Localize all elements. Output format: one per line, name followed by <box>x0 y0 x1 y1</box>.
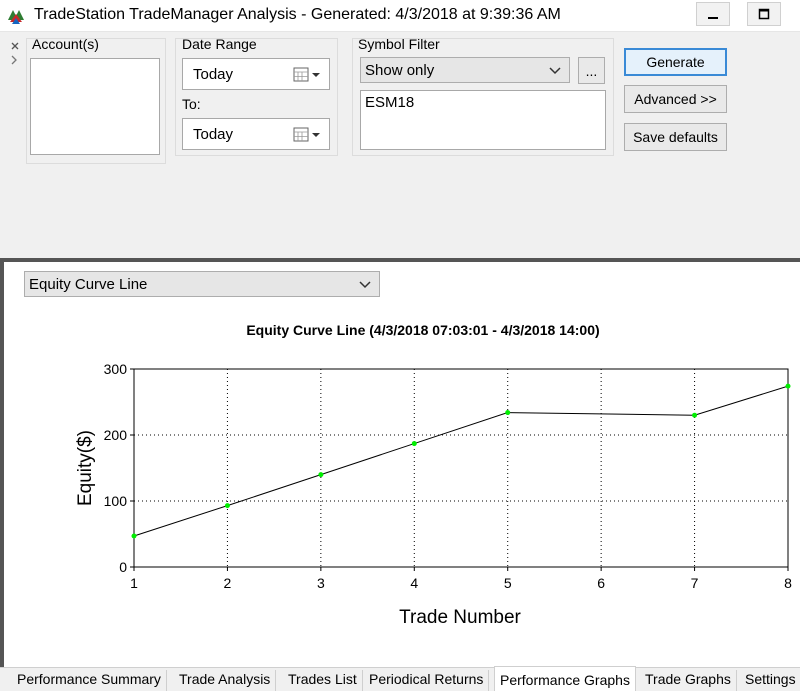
symbol-mode-dropdown[interactable]: Show only <box>360 57 570 83</box>
y-tick-label: 200 <box>104 427 128 443</box>
chart-axes: 1 2 3 4 5 6 7 8 0 100 200 300 <box>104 361 792 591</box>
equity-point <box>318 472 324 478</box>
save-defaults-button[interactable]: Save defaults <box>624 123 727 151</box>
equity-line <box>133 385 789 537</box>
equity-point <box>505 410 511 416</box>
chart-xlabel: Trade Number <box>399 607 521 628</box>
maximize-icon <box>758 8 770 20</box>
window-title: TradeStation TradeManager Analysis - Gen… <box>34 6 561 23</box>
equity-point <box>692 412 698 418</box>
accounts-list[interactable] <box>30 58 160 155</box>
tab-trade-analysis[interactable]: Trade Analysis <box>174 670 277 691</box>
from-date-value: Today <box>193 66 234 83</box>
from-date-picker[interactable]: Today <box>182 58 330 90</box>
chart-grid <box>134 369 788 567</box>
symbols-value: ESM18 <box>365 94 415 111</box>
x-tick-label: 8 <box>784 575 792 591</box>
tab-trades-list[interactable]: Trades List <box>283 670 363 691</box>
maximize-button[interactable] <box>747 2 781 26</box>
symbol-browse-button[interactable]: ... <box>578 57 605 84</box>
tab-strip: Performance Summary Trade Analysis Trades … <box>0 666 800 691</box>
chart-series <box>131 383 791 539</box>
symbol-mode-value: Show only <box>365 62 435 79</box>
y-tick-label: 0 <box>119 559 127 575</box>
chart-ylabel: Equity($) <box>75 430 96 506</box>
date-range-label: Date Range <box>182 36 257 52</box>
minimize-button[interactable] <box>696 2 730 26</box>
x-tick-label: 5 <box>504 575 512 591</box>
symbols-textarea[interactable]: ESM18 <box>360 90 606 150</box>
equity-curve-chart: Equity Curve Line (4/3/2018 07:03:01 - 4… <box>75 322 792 628</box>
to-date-label: To: <box>182 96 201 112</box>
x-tick-label: 4 <box>410 575 418 591</box>
tab-trade-graphs[interactable]: Trade Graphs <box>640 670 737 691</box>
x-tick-label: 1 <box>130 575 138 591</box>
panel-pin-icon[interactable] <box>8 38 22 98</box>
chart-title: Equity Curve Line (4/3/2018 07:03:01 - 4… <box>246 322 599 338</box>
advanced-button[interactable]: Advanced >> <box>624 85 727 113</box>
minimize-icon <box>708 17 718 19</box>
equity-point <box>411 441 417 447</box>
tradestation-app-icon <box>8 10 24 24</box>
accounts-label: Account(s) <box>32 36 99 52</box>
title-bar: TradeStation TradeManager Analysis - Gen… <box>0 0 800 32</box>
tab-settings[interactable]: Settings <box>740 670 800 691</box>
y-tick-label: 100 <box>104 493 128 509</box>
calendar-dropdown-icon[interactable] <box>293 127 321 143</box>
x-tick-label: 3 <box>317 575 325 591</box>
x-tick-label: 2 <box>224 575 232 591</box>
equity-point <box>131 533 137 539</box>
tab-performance-graphs[interactable]: Performance Graphs <box>494 666 636 691</box>
symbol-filter-label: Symbol Filter <box>358 36 440 52</box>
tab-periodical-returns[interactable]: Periodical Returns <box>364 670 490 691</box>
generate-button[interactable]: Generate <box>624 48 727 76</box>
tab-performance-summary[interactable]: Performance Summary <box>12 670 167 691</box>
chevron-down-icon <box>549 67 561 75</box>
to-date-value: Today <box>193 126 234 143</box>
plot-frame <box>133 368 789 568</box>
x-tick-label: 6 <box>597 575 605 591</box>
equity-point <box>785 383 791 389</box>
performance-graph-area: Equity Curve Line Equity Curve Line (4/3… <box>0 262 800 667</box>
y-tick-label: 300 <box>104 361 128 377</box>
to-date-picker[interactable]: Today <box>182 118 330 150</box>
x-tick-label: 7 <box>691 575 699 591</box>
analysis-control-panel: Account(s) Date Range Today To: Today Sy… <box>0 32 800 258</box>
equity-point <box>224 503 230 509</box>
calendar-dropdown-icon[interactable] <box>293 67 321 83</box>
